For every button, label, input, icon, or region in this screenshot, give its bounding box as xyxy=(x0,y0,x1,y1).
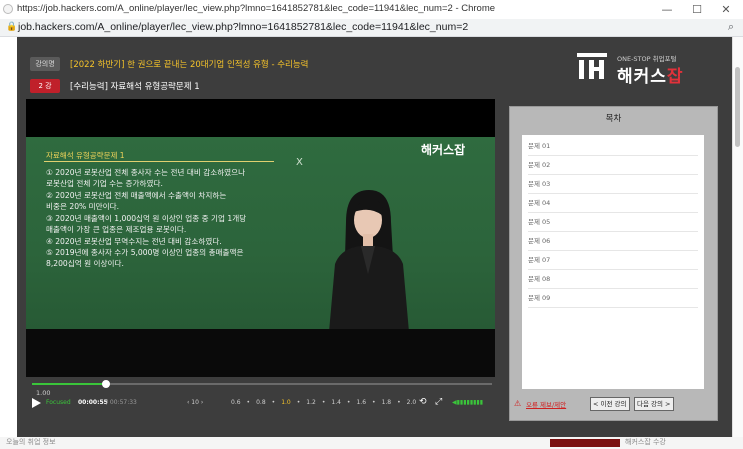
url-text[interactable]: job.hackers.com/A_online/player/lec_view… xyxy=(18,21,468,33)
current-speed-label: 1.00 xyxy=(36,389,51,397)
speed-option[interactable]: 1.0 xyxy=(281,399,291,406)
chalkboard: 자료해석 유형공략문제 1 X 해커스잡 ① 2020년 로봇산업 전체 종사자… xyxy=(26,137,495,332)
board-logo: 해커스잡 xyxy=(421,143,466,157)
board-line: 비중은 20% 미만이다. xyxy=(46,202,120,211)
lecture-number-badge: 2 강 xyxy=(30,79,60,93)
speed-options: 0.6 • 0.8 • 1.0 • 1.2 • 1.4 • 1.6 • 1.8 • 2.0 xyxy=(228,399,419,406)
page-scrollbar[interactable] xyxy=(732,37,743,437)
video-letterbox xyxy=(26,329,495,377)
toc-item[interactable]: 문제 07 xyxy=(528,251,698,270)
board-title: 자료해석 유형공략문제 1 xyxy=(46,151,125,160)
toc-list: 문제 01 문제 02 문제 03 문제 04 문제 05 문제 06 문제 07 문제 08… xyxy=(522,135,704,389)
volume-icon[interactable]: ◀▮▮▮▮▮▮▮▮ xyxy=(452,399,483,406)
pen-cursor-icon: X xyxy=(296,157,303,168)
scrollbar-thumb[interactable] xyxy=(735,67,740,147)
board-line: 8,200십억 원 이상이다. xyxy=(46,259,124,268)
brand-name-highlight: 잡 xyxy=(666,67,684,87)
window-title-bar: https://job.hackers.com/A_online/player/… xyxy=(0,0,743,20)
bottom-left-text: 오늘의 취업 정보 xyxy=(6,438,56,446)
speed-separator: • xyxy=(372,399,376,406)
speed-separator: • xyxy=(246,399,251,406)
speed-option[interactable]: 0.8 xyxy=(256,399,266,406)
course-title: [2022 하반기] 한 권으로 끝내는 20대기업 인적성 유형 - 수리능력 xyxy=(70,60,309,70)
brand-logo[interactable]: ONE-STOP 취업포털 해커스잡 xyxy=(577,47,697,87)
board-title-underline xyxy=(44,161,274,162)
toc-item[interactable]: 문제 04 xyxy=(528,194,698,213)
toc-item[interactable]: 문제 09 xyxy=(528,289,698,308)
window-title: https://job.hackers.com/A_online/player/… xyxy=(17,3,496,14)
video-area[interactable]: 자료해석 유형공략문제 1 X 해커스잡 ① 2020년 로봇산업 전체 종사자… xyxy=(26,99,495,377)
lock-icon: 🔒 xyxy=(6,22,18,32)
repeat-icon[interactable]: ⟲ xyxy=(419,397,427,407)
presenter-image xyxy=(329,190,409,332)
board-line: ⑤ 2019년에 종사자 수가 5,000명 이상인 업종의 총매출액은 xyxy=(46,248,244,257)
speed-separator: • xyxy=(397,399,401,406)
toc-item[interactable]: 문제 01 xyxy=(528,137,698,156)
page-favicon-icon xyxy=(3,4,13,14)
speed-separator: • xyxy=(321,399,326,406)
brand-name-main: 해커스 xyxy=(617,67,667,87)
toc-title: 목차 xyxy=(605,114,622,124)
toc-item[interactable]: 문제 05 xyxy=(528,213,698,232)
toc-item[interactable]: 문제 06 xyxy=(528,232,698,251)
fullscreen-icon[interactable]: ⤢ xyxy=(435,397,442,407)
board-line: ③ 2020년 매출액이 1,000십억 원 이상인 업종 중 기업 1개당 xyxy=(46,214,247,223)
prev-lecture-button[interactable]: < 이전 강의 xyxy=(590,397,630,411)
next-lecture-button[interactable]: 다음 강의 > xyxy=(634,397,674,411)
bottom-right-text: 해커스잡 수강 xyxy=(625,438,666,446)
total-time: / 00:57:33 xyxy=(106,399,137,406)
brand-name: 해커스잡 xyxy=(617,62,684,87)
hackers-logo-icon xyxy=(577,53,607,79)
player-controls: 1.00 Focused 00:00:55 / 00:57:33 ‹ 10 › … xyxy=(26,377,495,411)
error-report-link[interactable]: 오류 제보/제안 xyxy=(526,399,566,409)
siren-icon: ⚠ xyxy=(514,399,522,408)
board-line: ④ 2020년 로봇산업 무역수지는 전년 대비 감소하였다. xyxy=(46,237,222,246)
toc-item[interactable]: 문제 08 xyxy=(528,270,698,289)
speed-option[interactable]: 2.0 xyxy=(407,399,417,406)
speed-option[interactable]: 1.8 xyxy=(382,399,392,406)
close-button[interactable]: ✕ xyxy=(709,0,743,19)
address-bar[interactable]: 🔒 job.hackers.com/A_online/player/lec_vi… xyxy=(0,19,743,37)
lecture-title: [수리능력] 자료해석 유형공략문제 1 xyxy=(70,82,200,92)
speed-option[interactable]: 1.2 xyxy=(306,399,316,406)
focus-mode-label[interactable]: Focused xyxy=(46,399,71,406)
skip-10-buttons[interactable]: ‹ 10 › xyxy=(187,399,203,406)
play-icon[interactable] xyxy=(32,398,41,408)
minimize-button[interactable]: — xyxy=(650,0,684,19)
course-badge: 강의명 xyxy=(30,57,60,71)
toc-panel: 목차 문제 01 문제 02 문제 03 문제 04 문제 05 문제 06 문제 07 문제… xyxy=(509,106,718,421)
current-time: 00:00:55 xyxy=(78,399,108,406)
progress-knob[interactable] xyxy=(101,380,110,388)
lecture-player: 강의명 [2022 하반기] 한 권으로 끝내는 20대기업 인적성 유형 - … xyxy=(17,37,732,437)
toc-item[interactable]: 문제 02 xyxy=(528,156,698,175)
bottom-banner[interactable] xyxy=(550,439,620,447)
zoom-icon[interactable]: ⌕ xyxy=(728,20,734,34)
board-line: 매출액이 가장 큰 업종은 제조업용 로봇이다. xyxy=(46,225,187,234)
page-bottom-strip: 오늘의 취업 정보 해커스잡 수강 xyxy=(0,437,743,449)
progress-fill xyxy=(32,383,106,385)
speed-option[interactable]: 1.6 xyxy=(356,399,366,406)
toc-item[interactable]: 문제 03 xyxy=(528,175,698,194)
speed-separator: • xyxy=(296,399,301,406)
board-line: 로봇산업 전체 기업 수는 증가하였다. xyxy=(46,179,163,188)
speed-option[interactable]: 0.6 xyxy=(231,399,241,406)
board-line: ② 2020년 로봇산업 전체 매출액에서 수출액이 차지하는 xyxy=(46,191,227,200)
speed-option[interactable]: 1.4 xyxy=(331,399,341,406)
board-line: ① 2020년 로봇산업 전체 종사자 수는 전년 대비 감소하였으나 xyxy=(46,168,246,177)
speed-separator: • xyxy=(271,399,276,406)
toc-footer: ⚠ 오류 제보/제안 < 이전 강의 다음 강의 > xyxy=(510,395,717,417)
speed-separator: • xyxy=(346,399,351,406)
